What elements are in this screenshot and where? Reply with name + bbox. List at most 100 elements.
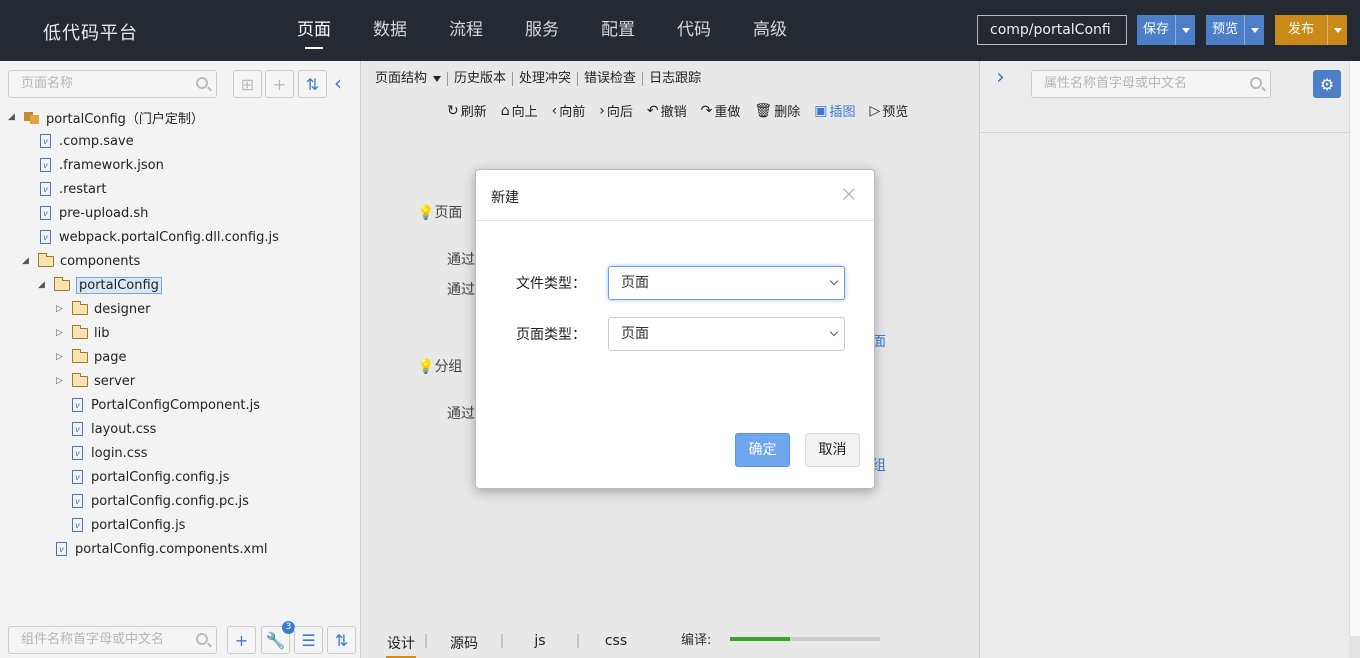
wrench-icon[interactable]: 🔧 3 <box>261 621 295 654</box>
publish-button[interactable]: 发布 <box>1275 15 1327 45</box>
expanded-caret-icon[interactable]: ◢ <box>8 112 18 122</box>
tree-node-folder[interactable]: ▷ designer <box>56 297 150 321</box>
list-order-icon[interactable]: ☰ <box>294 626 323 654</box>
page-search-input[interactable]: 页面名称 <box>8 70 217 98</box>
chevron-down-icon <box>829 327 839 337</box>
tree-node-folder[interactable]: ▷ lib <box>56 321 109 345</box>
toolbar-label: 向后 <box>606 105 633 120</box>
add-icon[interactable]: + <box>265 70 294 98</box>
collapsed-caret-icon[interactable]: ▷ <box>56 304 66 314</box>
tree-node-folder[interactable]: ▷ server <box>56 369 135 393</box>
folder-add-icon[interactable]: ⊞ <box>233 70 262 98</box>
tree-node-file[interactable]: v portalConfig.config.js <box>72 465 229 489</box>
collapsed-caret-icon[interactable]: ▷ <box>56 328 66 338</box>
tab-js[interactable]: js <box>512 633 568 653</box>
toolbar-label: 撤销 <box>660 105 687 120</box>
tab-design[interactable]: 设计 <box>386 633 416 658</box>
tree-node-folder[interactable]: ▷ page <box>56 345 126 369</box>
file-icon: v <box>56 542 67 556</box>
sort-icon[interactable]: ⇅ <box>327 626 356 654</box>
collapse-left-icon[interactable]: ‹ <box>334 71 342 95</box>
undo-button[interactable]: ↶ 撤销 <box>647 101 687 121</box>
tree-node-file[interactable]: v .comp.save <box>40 129 134 153</box>
tab-page-structure[interactable]: 页面结构 <box>375 72 447 86</box>
save-dropdown-caret-icon[interactable] <box>1175 15 1195 45</box>
tree-node-file[interactable]: v portalConfig.config.pc.js <box>72 489 249 513</box>
nav-pages[interactable]: 页面 <box>276 0 352 61</box>
tab-error-check[interactable]: 错误检查 <box>577 72 642 86</box>
nav-service[interactable]: 服务 <box>504 0 580 61</box>
delete-button[interactable]: 🗑 删除 <box>754 101 800 121</box>
nav-data[interactable]: 数据 <box>352 0 428 61</box>
preview-dropdown-caret-icon[interactable] <box>1244 15 1264 45</box>
tree-node-file[interactable]: v .framework.json <box>40 153 164 177</box>
expanded-caret-icon[interactable]: ◢ <box>22 256 32 266</box>
tab-history[interactable]: 历史版本 <box>447 72 512 86</box>
save-button[interactable]: 保存 <box>1137 15 1175 45</box>
redo-icon: ↷ <box>700 102 713 119</box>
forward-button[interactable]: ‹ 向前 <box>552 101 586 121</box>
tab-log-trace[interactable]: 日志跟踪 <box>642 72 707 86</box>
tree-node-file[interactable]: v layout.css <box>72 417 156 441</box>
tab-source[interactable]: 源码 <box>436 633 492 653</box>
dropdown-caret-icon[interactable] <box>433 75 442 82</box>
page-search-placeholder: 页面名称 <box>21 76 74 91</box>
file-icon: v <box>40 182 51 196</box>
tree-node-file[interactable]: v portalConfig.js <box>72 513 185 537</box>
tree-label: portalConfig.components.xml <box>75 541 268 557</box>
publish-split-button: 发布 <box>1275 15 1348 45</box>
preview-button[interactable]: 预览 <box>1206 15 1244 45</box>
up-button[interactable]: ⌂ 向上 <box>501 101 538 121</box>
publish-dropdown-caret-icon[interactable] <box>1327 15 1347 45</box>
section-group-heading: 💡分组 <box>417 356 462 376</box>
nav-flow[interactable]: 流程 <box>428 0 504 61</box>
file-icon: v <box>72 470 83 484</box>
add-component-icon[interactable]: + <box>227 626 256 654</box>
insert-image-button[interactable]: ▣ 插图 <box>814 101 855 121</box>
tree-node-file[interactable]: v PortalConfigComponent.js <box>72 393 260 417</box>
back-button[interactable]: › 向后 <box>599 101 633 121</box>
file-icon: v <box>40 134 51 148</box>
gear-icon[interactable]: ⚙ <box>1313 70 1341 98</box>
scrollbar[interactable] <box>1349 61 1360 636</box>
file-type-select[interactable]: 页面 <box>608 266 845 300</box>
tree-node-file[interactable]: v pre-upload.sh <box>40 201 148 225</box>
redo-button[interactable]: ↷ 重做 <box>700 101 741 121</box>
tree-node-file[interactable]: v portalConfig.components.xml <box>56 537 268 561</box>
tree-label: lib <box>94 325 110 341</box>
page-type-select[interactable]: 页面 <box>608 317 845 351</box>
tab-conflicts[interactable]: 处理冲突 <box>512 72 577 86</box>
tree-node-project[interactable]: ◢ portalConfig（门户定制） <box>8 105 204 129</box>
nav-advanced[interactable]: 高级 <box>732 0 808 61</box>
nav-code[interactable]: 代码 <box>656 0 732 61</box>
sort-icon[interactable]: ⇅ <box>298 70 327 98</box>
left-panel: 页面名称 ⊞ + ⇅ ‹ ◢ portalConfig（门户定制） v .comp.… <box>0 61 361 658</box>
tree-node-file[interactable]: v login.css <box>72 441 148 465</box>
file-icon: v <box>72 446 83 460</box>
tab-divider: | <box>575 633 581 649</box>
cancel-button[interactable]: 取消 <box>805 433 860 467</box>
tree-node-file[interactable]: v .restart <box>40 177 106 201</box>
tab-css[interactable]: css <box>588 633 644 653</box>
tree-label: portalConfig.js <box>91 517 186 533</box>
refresh-button[interactable]: ↻ 刷新 <box>447 101 487 121</box>
expanded-caret-icon[interactable]: ◢ <box>38 280 48 290</box>
component-search-input[interactable]: 组件名称首字母或中文名 <box>8 626 217 654</box>
tree-node-file[interactable]: v webpack.portalConfig.dll.config.js <box>40 225 279 249</box>
nav-config[interactable]: 配置 <box>580 0 656 61</box>
property-search-input[interactable]: 属性名称首字母或中文名 <box>1031 70 1271 98</box>
background-text: 通过 <box>447 252 475 268</box>
tree-node-folder[interactable]: ◢ components <box>22 249 140 273</box>
collapsed-caret-icon[interactable]: ▷ <box>56 352 66 362</box>
preview-toolbar-button[interactable]: ▷ 预览 <box>869 101 908 121</box>
toolbar-label: 重做 <box>714 105 741 120</box>
file-icon: v <box>72 518 83 532</box>
folder-icon <box>72 324 88 339</box>
close-icon[interactable]: × <box>840 182 858 207</box>
editor-toolbar: ↻ 刷新 ⌂ 向上 ‹ 向前 › 向后 ↶ 撤销 ↷ 重做 🗑 删除 ▣ 插图 ▷ 预览 <box>447 101 922 121</box>
confirm-button[interactable]: 确定 <box>735 433 790 467</box>
collapsed-caret-icon[interactable]: ▷ <box>56 376 66 386</box>
expand-right-icon[interactable]: › <box>996 65 1005 90</box>
component-path-input[interactable]: comp/portalConfi <box>977 15 1127 45</box>
tree-node-folder-selected[interactable]: ◢ portalConfig <box>38 273 162 297</box>
